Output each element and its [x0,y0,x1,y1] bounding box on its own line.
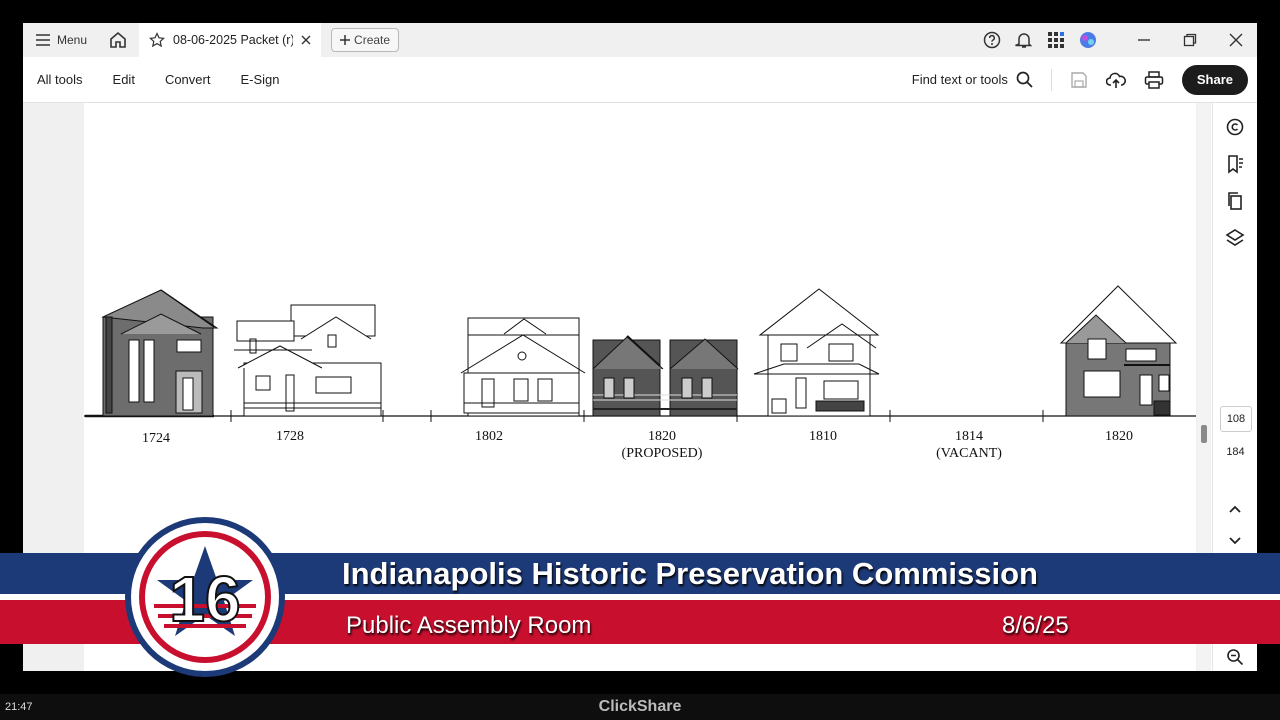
address-label: 1810 [763,428,883,445]
close-tab-icon[interactable] [301,35,311,45]
address-note: (VACANT) [936,446,1002,461]
layers-icon[interactable] [1224,227,1246,249]
plus-icon [340,35,351,45]
zoom-out-icon[interactable] [1224,646,1246,668]
title-bar: Menu 08-06-2025 Packet (r)... Create [23,23,1257,57]
address-note: (PROPOSED) [621,446,703,461]
house-1724 [101,289,219,417]
comment-icon[interactable] [1224,116,1246,138]
document-tab[interactable]: 08-06-2025 Packet (r)... [139,23,322,57]
address-number: 1820 [648,429,676,444]
broadcast-location: Public Assembly Room [346,612,592,639]
address-number: 1728 [276,429,304,444]
chevron-down-icon[interactable] [1224,530,1246,552]
find-text-or-tools[interactable]: Find text or tools [912,71,1033,88]
save-icon[interactable] [1070,71,1088,89]
house-1728 [234,304,382,417]
create-label: Create [354,33,391,47]
chevron-up-icon[interactable] [1224,498,1246,520]
hamburger-icon [36,34,50,46]
total-pages: 184 [1226,446,1245,458]
address-number: 1814 [955,429,983,444]
tab-title: 08-06-2025 Packet (r)... [173,33,294,47]
apps-grid-icon[interactable] [1047,31,1065,49]
address-label: 1814 (VACANT) [909,428,1029,462]
address-number: 1820 [1105,429,1133,444]
bookmark-icon[interactable] [1224,153,1246,175]
notification-bell-icon[interactable] [1015,31,1033,49]
convert-menu[interactable]: Convert [165,72,211,87]
address-label: 1820 [1059,428,1179,445]
search-icon [1016,71,1033,88]
house-1810 [753,288,880,417]
find-label: Find text or tools [911,72,1008,87]
channel-16-logo: 16 [125,517,285,677]
address-number: 1802 [475,429,503,444]
share-label: Share [1196,72,1233,87]
scrollbar-thumb[interactable] [1201,425,1207,443]
restore-icon[interactable] [1183,33,1197,47]
source-label: ClickShare [598,698,682,715]
close-window-icon[interactable] [1229,33,1243,47]
menu-button[interactable]: Menu [35,33,87,47]
house-1820-proposed [592,335,739,417]
address-label: 1820 (PROPOSED) [602,428,722,462]
address-number: 1724 [142,431,170,446]
broadcast-title: Indianapolis Historic Preservation Commi… [342,556,1038,591]
address-number: 1810 [809,429,837,444]
star-icon[interactable] [149,32,166,48]
home-button[interactable] [109,31,127,49]
address-label: 1802 [429,428,549,445]
minimize-icon[interactable] [1137,33,1151,47]
address-label: 1724 [96,430,216,447]
current-page-input[interactable]: 108 [1220,406,1252,432]
home-icon [110,31,126,48]
house-1820 [1059,285,1178,417]
menu-label: Menu [57,33,88,47]
all-tools-menu[interactable]: All tools [37,72,83,87]
help-icon[interactable] [983,31,1001,49]
channel-number: 16 [169,563,240,635]
pages-icon[interactable] [1224,190,1246,212]
toolbar-divider [1050,68,1052,91]
house-1802 [460,317,586,417]
print-icon[interactable] [1144,70,1164,89]
create-button[interactable]: Create [331,28,400,52]
cloud-upload-icon[interactable] [1105,71,1126,89]
broadcast-date: 8/6/25 [1002,612,1069,639]
address-label: 1728 [230,428,350,445]
ai-assistant-icon[interactable] [1079,31,1097,49]
edit-menu[interactable]: Edit [113,72,135,87]
esign-menu[interactable]: E-Sign [240,72,279,87]
main-toolbar: All tools Edit Convert E-Sign Find text … [23,57,1257,103]
share-button[interactable]: Share [1181,64,1248,95]
